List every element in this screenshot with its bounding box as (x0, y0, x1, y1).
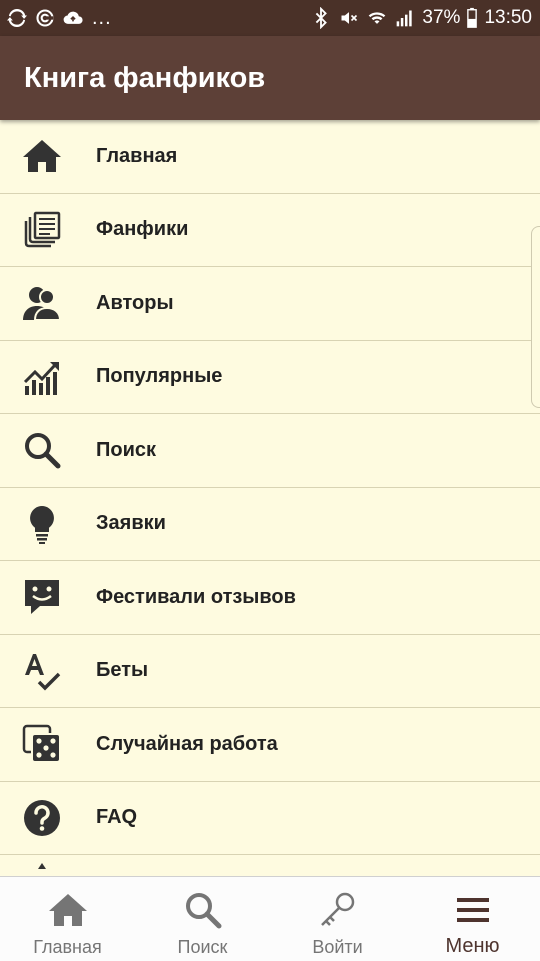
menu-item-label: Фестивали отзывов (96, 585, 296, 608)
menu-item-betas[interactable]: Беты (0, 635, 540, 708)
menu-item-requests[interactable]: Заявки (0, 488, 540, 561)
home-icon (47, 889, 89, 931)
menu-item-popular[interactable]: Популярные (0, 341, 540, 414)
home-icon (21, 135, 63, 177)
status-bar: ... 37% 13:50 (0, 0, 540, 36)
chat-smile-icon (21, 576, 63, 618)
menu-item-review-festivals[interactable]: Фестивали отзывов (0, 561, 540, 635)
partial-item-icon (21, 861, 63, 876)
menu-item-search[interactable]: Поиск (0, 414, 540, 488)
menu-item-fanfics[interactable]: Фанфики (0, 194, 540, 267)
menu-item-random-work[interactable]: Случайная работа (0, 708, 540, 782)
authors-icon (21, 282, 63, 324)
menu-item-partial[interactable] (0, 855, 540, 876)
menu-item-label: Авторы (96, 291, 174, 314)
drawer-edge-handle[interactable] (531, 226, 540, 408)
wifi-icon (366, 7, 388, 29)
clock: 13:50 (484, 7, 532, 28)
sync-icon (6, 7, 28, 29)
nav-home-label: Главная (33, 937, 102, 957)
main-menu-list: Главная Фанфики Авторы Популярные Поиск … (0, 120, 540, 876)
app-title: Книга фанфиков (24, 61, 266, 94)
menu-item-faq[interactable]: FAQ (0, 782, 540, 855)
spellcheck-icon (21, 650, 63, 692)
status-bar-right: 37% 13:50 (310, 7, 532, 29)
search-icon (182, 889, 224, 931)
battery-percent: 37% (422, 7, 461, 28)
menu-item-label: Фанфики (96, 218, 189, 241)
nav-search[interactable]: Поиск (135, 877, 270, 961)
cloud-upload-icon (62, 7, 84, 29)
nav-login-label: Войти (312, 937, 363, 957)
help-circle-icon (21, 797, 63, 839)
bottom-navigation: Главная Поиск Войти Меню (0, 876, 540, 961)
menu-item-label: Главная (96, 144, 178, 167)
dice-icon (21, 723, 63, 765)
menu-item-home[interactable]: Главная (0, 120, 540, 194)
menu-item-label: FAQ (96, 806, 138, 829)
menu-icon (452, 889, 494, 931)
bluetooth-icon (310, 7, 332, 29)
mute-icon (338, 7, 360, 29)
trending-chart-icon (21, 356, 63, 398)
menu-item-label: Случайная работа (96, 732, 278, 755)
documents-icon (21, 209, 63, 251)
menu-item-authors[interactable]: Авторы (0, 267, 540, 341)
lightbulb-icon (21, 503, 63, 545)
nav-search-label: Поиск (177, 937, 228, 957)
app-bar: Книга фанфиков (0, 36, 540, 120)
menu-item-label: Заявки (96, 512, 166, 535)
menu-item-label: Популярные (96, 365, 223, 388)
nav-login[interactable]: Войти (270, 877, 405, 961)
key-icon (317, 889, 359, 931)
signal-icon (394, 7, 416, 29)
more-notifications-dots: ... (92, 6, 112, 29)
battery-icon (466, 7, 478, 29)
nav-home[interactable]: Главная (0, 877, 135, 961)
search-icon (21, 429, 63, 471)
nav-menu-label: Меню (445, 935, 500, 957)
status-bar-left: ... (6, 7, 112, 30)
nav-menu[interactable]: Меню (405, 877, 540, 961)
menu-item-label: Беты (96, 659, 149, 682)
menu-item-label: Поиск (96, 438, 157, 461)
app-notification-icon (34, 7, 56, 29)
